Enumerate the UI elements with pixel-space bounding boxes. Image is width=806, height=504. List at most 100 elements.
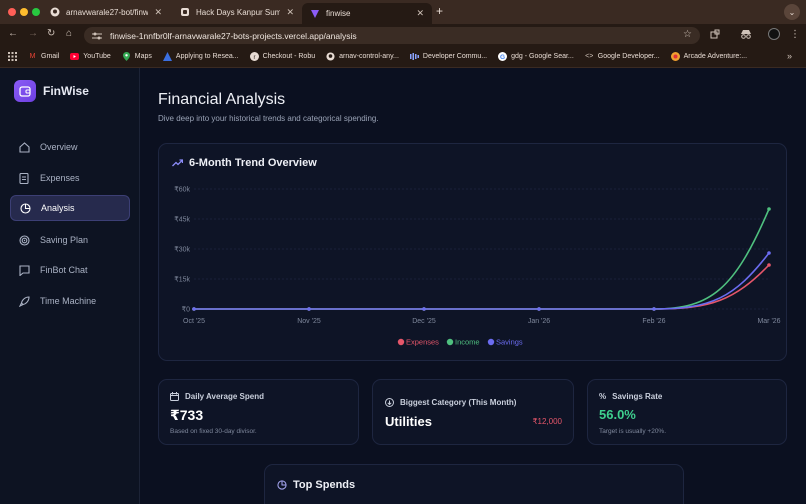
bookmark-label: gdg - Google Sear... [511,53,574,60]
research-icon [162,52,172,61]
rocket-icon [18,295,30,307]
sidebar-item-overview[interactable]: Overview [10,134,130,160]
bookmarks-bar: M Gmail YouTube Maps Applying to Resea...… [0,46,806,68]
y-tick-label: ₹0 [182,306,190,314]
sidebar-item-label: Analysis [41,203,75,213]
tab-search-chevron-icon[interactable]: ⌄ [784,4,800,20]
chat-icon [18,264,30,276]
browser-tab-finwise[interactable]: finwise ✕ [302,3,432,24]
sidebar-item-label: Saving Plan [40,235,89,245]
github-icon [326,52,335,61]
doc-icon [180,7,190,17]
page-subtitle: Dive deep into your historical trends an… [158,114,379,123]
bookmark-devcommunity[interactable]: Developer Commu... [409,52,488,61]
bookmark-label: Applying to Resea... [175,53,239,60]
calendar-icon [170,392,179,401]
bookmark-google[interactable]: Ggdg - Google Sear... [498,52,574,61]
sidebar-item-analysis[interactable]: Analysis [10,195,130,221]
y-tick-label: ₹30k [174,246,190,254]
daily-average-note: Based on fixed 30-day divisor. [170,428,257,435]
legend-marker-income [446,338,454,346]
biggest-category-label: Biggest Category (This Month) [385,398,516,407]
sidebar-item-label: Time Machine [40,296,97,306]
bookmark-label: Checkout - Robu [262,53,316,60]
bookmark-github[interactable]: arnav-control-any... [326,52,399,61]
bookmark-research[interactable]: Applying to Resea... [162,52,239,61]
browser-menu-icon[interactable]: ⋮ [790,29,800,40]
bookmark-label: Developer Commu... [422,53,488,60]
top-spends-card: Top Spends [264,464,684,504]
bookmark-arcade[interactable]: Arcade Adventure:... [670,52,747,61]
arcade-icon [670,52,680,61]
stat-label-text: Daily Average Spend [185,392,264,401]
x-tick-label: Dec '25 [412,318,436,325]
data-point-savings [192,307,196,311]
arrow-circle-icon [385,398,394,407]
pie-chart-icon [277,480,287,490]
biggest-category-card: Biggest Category (This Month) Utilities … [372,379,574,445]
maximize-window-button[interactable] [32,8,40,16]
top-spends-title-text: Top Spends [293,479,356,491]
close-tab-icon[interactable]: ✕ [286,7,294,18]
bookmarks-overflow-icon[interactable]: » [787,51,792,61]
percent-icon: % [599,392,607,401]
x-tick-label: Oct '25 [183,318,205,325]
incognito-icon[interactable] [740,29,752,42]
trend-card: 6-Month Trend Overview ₹0 ₹15k ₹30k ₹45k ₹60… [158,143,787,361]
trend-chart: ₹0 ₹15k ₹30k ₹45k ₹60k Oct '25 Nov '25 Dec '25 J… [174,186,780,347]
sidebar-item-label: FinBot Chat [40,265,88,275]
forward-arrow-icon[interactable]: → [28,28,38,39]
close-tab-icon[interactable]: ✕ [154,7,162,18]
bookmark-gmail[interactable]: M Gmail [28,52,60,61]
sidebar-item-label: Overview [40,142,78,152]
y-tick-label: ₹45k [174,216,190,224]
close-window-button[interactable] [8,8,16,16]
new-tab-button[interactable]: + [436,4,443,18]
data-point-expenses [767,263,771,267]
bookmark-label: Maps [134,53,152,60]
back-arrow-icon[interactable]: ← [8,28,18,39]
apps-grid-icon[interactable] [8,52,17,61]
target-icon [18,234,30,246]
address-bar[interactable]: finwise-1nnfbr0lf-arnavwarale27-bots-pro… [84,27,700,44]
data-point-savings [537,307,541,311]
wallet-icon [14,80,36,102]
top-spends-title: Top Spends [277,479,355,491]
profile-avatar[interactable] [768,28,780,40]
bookmark-google-developer[interactable]: <> Google Developer... [585,52,660,61]
legend-marker-expenses [397,338,405,346]
close-tab-icon[interactable]: ✕ [416,8,424,19]
minimize-window-button[interactable] [20,8,28,16]
sidebar-item-finbot-chat[interactable]: FinBot Chat [10,257,130,283]
site-info-icon[interactable] [92,27,102,45]
home-page-icon[interactable]: ⌂ [66,28,72,39]
bookmark-robu[interactable]: r Checkout - Robu [249,52,316,61]
tab-title: Hack Days Kanpur Summary [196,7,281,17]
finwise-icon [310,9,320,19]
series-line-savings [194,252,770,310]
app-logo[interactable]: FinWise [14,80,89,102]
app-name: FinWise [43,84,89,98]
sidebar-item-expenses[interactable]: Expenses [10,165,130,191]
reload-icon[interactable]: ↻ [47,28,55,39]
sidebar-item-time-machine[interactable]: Time Machine [10,288,130,314]
github-icon [50,7,60,17]
bookmark-label: Google Developer... [597,53,660,60]
extensions-icon[interactable] [710,29,720,42]
sidebar-item-saving-plan[interactable]: Saving Plan [10,227,130,253]
bookmark-maps[interactable]: Maps [122,52,152,61]
devcommunity-icon [409,52,419,61]
legend-label-expenses: Expenses [406,338,439,347]
bookmark-star-icon[interactable]: ☆ [683,29,692,40]
browser-tab-github[interactable]: arnavwarale27-bot/finwise: E ✕ [42,2,170,22]
savings-rate-note: Target is usually +20%. [599,428,667,435]
stat-label-text: Biggest Category (This Month) [400,398,517,407]
series-line-expenses [194,264,770,310]
browser-tab-summary[interactable]: Hack Days Kanpur Summary ✕ [172,2,302,22]
x-tick-label: Feb '26 [642,318,665,325]
data-point-savings [767,251,771,255]
bookmark-youtube[interactable]: YouTube [70,52,111,61]
data-point-income [767,207,771,211]
legend-marker-savings [487,338,495,346]
google-icon: G [498,52,508,61]
